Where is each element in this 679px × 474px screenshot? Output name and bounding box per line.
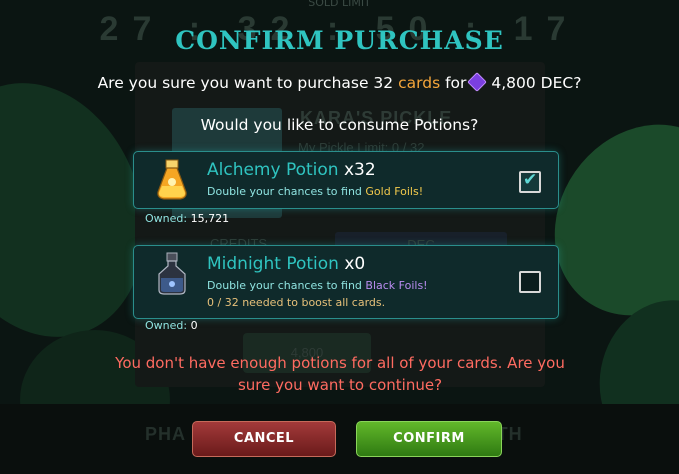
gold-potion-icon	[157, 159, 187, 200]
owned-label: Owned:	[145, 319, 188, 332]
midnight-owned-count: Owned: 0	[145, 319, 198, 332]
question-for: for	[445, 74, 467, 92]
alchemy-potion-checkbox[interactable]: ✔	[519, 170, 541, 193]
potion-description: Double your chances to find Gold Foils!	[207, 185, 423, 198]
alchemy-owned-count: Owned: 15,721	[145, 212, 229, 225]
purchase-question: Are you sure you want to purchase 32 car…	[0, 72, 679, 92]
potion-name: Alchemy Potion x32	[207, 160, 376, 180]
confirm-button[interactable]: CONFIRM	[356, 421, 502, 457]
potion-name: Midnight Potion x0	[207, 254, 365, 274]
potion-desc-highlight: Gold Foils!	[365, 185, 424, 198]
potion-needed-note: 0 / 32 needed to boost all cards.	[207, 296, 386, 309]
potions-question: Would you like to consume Potions?	[200, 116, 479, 134]
question-amount: 4,800 DEC?	[491, 74, 582, 92]
alchemy-potion-option[interactable]: Alchemy Potion x32 Double your chances t…	[133, 151, 559, 209]
cancel-button[interactable]: CANCEL	[192, 421, 336, 457]
potion-quantity: x32	[343, 160, 376, 180]
dec-token-icon	[467, 72, 488, 92]
checkmark-icon: ✔	[523, 170, 538, 190]
potion-name-label: Alchemy Potion	[207, 160, 339, 180]
owned-value: 15,721	[190, 212, 230, 225]
potion-desc-prefix: Double your chances to find	[207, 185, 362, 198]
confirm-purchase-modal: CONFIRM PURCHASE Are you sure you want t…	[0, 0, 679, 474]
midnight-potion-icon	[158, 252, 186, 295]
insufficient-potions-warning: You don't have enough potions for all of…	[115, 354, 565, 394]
question-unit: cards	[398, 74, 441, 92]
midnight-potion-checkbox[interactable]	[519, 271, 541, 293]
potion-description: Double your chances to find Black Foils!	[207, 279, 428, 292]
potion-name-label: Midnight Potion	[207, 254, 339, 274]
owned-value: 0	[190, 319, 198, 332]
modal-title: CONFIRM PURCHASE	[175, 26, 504, 55]
potion-quantity: x0	[344, 254, 366, 274]
owned-label: Owned:	[145, 212, 188, 225]
potion-desc-prefix: Double your chances to find	[207, 279, 362, 292]
midnight-potion-option[interactable]: Midnight Potion x0 Double your chances t…	[133, 245, 559, 319]
question-prefix: Are you sure you want to purchase 32	[97, 74, 394, 92]
potion-desc-highlight: Black Foils!	[365, 279, 428, 292]
